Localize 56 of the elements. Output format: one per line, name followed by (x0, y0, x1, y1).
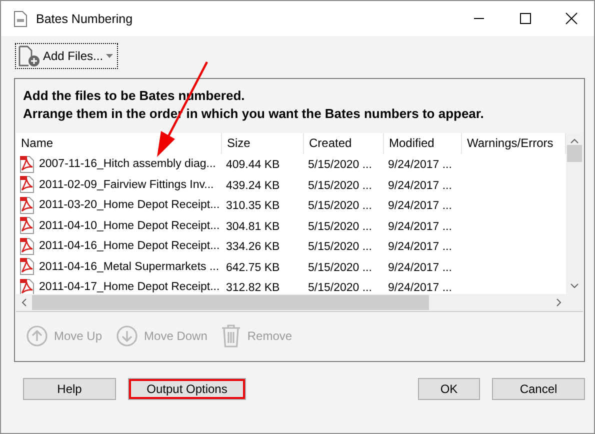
file-size: 642.75 KB (225, 262, 280, 274)
modified-date: 9/24/2017 ... (387, 241, 452, 254)
file-size: 439.24 KB (225, 180, 280, 192)
file-name: 2011-04-17_Home Depot Receipt... (39, 281, 220, 294)
dialog-button[interactable]: Output Options (128, 378, 246, 400)
created-date: 5/15/2020 ... (307, 282, 372, 294)
created-date: 5/15/2020 ... (307, 180, 372, 192)
pdf-file-icon (20, 176, 34, 194)
dialog-button[interactable]: Cancel (492, 378, 585, 400)
file-name: 2011-04-10_Home Depot Receipt... (39, 220, 220, 232)
column-header[interactable]: Modified (384, 133, 462, 154)
modified-date: 9/24/2017 ... (387, 159, 452, 172)
created-date: 5/15/2020 ... (307, 159, 372, 172)
column-header[interactable]: Size (222, 133, 304, 154)
document-icon (14, 10, 27, 26)
column-header[interactable]: Created (304, 133, 384, 154)
modified-date: 9/24/2017 ... (387, 262, 452, 274)
add-file-icon (18, 45, 40, 67)
scroll-up-icon[interactable] (570, 138, 579, 144)
pdf-file-icon (20, 238, 34, 255)
file-size: 310.35 KB (225, 200, 280, 212)
modified-date: 9/24/2017 ... (387, 220, 452, 233)
pdf-file-icon (20, 196, 34, 214)
arrow-up-circle-icon (26, 325, 48, 347)
dialog-button[interactable]: OK (418, 378, 480, 400)
scroll-left-icon[interactable] (21, 298, 27, 307)
pdf-file-icon (20, 217, 34, 234)
window-title: Bates Numbering (36, 12, 133, 26)
add-files-button[interactable]: Add Files... (15, 43, 118, 69)
arrow-down-circle-icon (116, 325, 138, 347)
horizontal-scrollbar-thumb[interactable] (32, 295, 429, 310)
file-name: 2011-04-16_Metal Supermarkets ... (39, 260, 220, 273)
file-name: 2011-02-09_Fairview Fittings Inv... (39, 178, 214, 191)
created-date: 5/15/2020 ... (307, 262, 372, 274)
scroll-right-icon[interactable] (556, 298, 562, 307)
dialog-button[interactable]: Help (23, 378, 116, 400)
created-date: 5/15/2020 ... (307, 241, 372, 254)
created-date: 5/15/2020 ... (307, 200, 372, 212)
file-size: 304.81 KB (225, 220, 280, 233)
file-size: 312.82 KB (225, 282, 280, 294)
pdf-file-icon (20, 278, 34, 294)
file-size: 409.44 KB (225, 159, 280, 172)
created-date: 5/15/2020 ... (307, 220, 372, 233)
file-name: 2007-11-16_Hitch assembly diag... (39, 158, 216, 170)
file-name: 2011-04-16_Home Depot Receipt... (39, 240, 220, 252)
modified-date: 9/24/2017 ... (387, 180, 452, 192)
file-name: 2011-03-20_Home Depot Receipt... (39, 199, 220, 212)
trash-icon (221, 324, 242, 348)
scroll-down-icon[interactable] (570, 283, 579, 289)
file-size: 334.26 KB (225, 241, 280, 254)
modified-date: 9/24/2017 ... (387, 200, 452, 212)
pdf-file-icon (20, 258, 34, 276)
vertical-scrollbar-thumb[interactable] (567, 145, 582, 162)
pdf-file-icon (20, 156, 34, 173)
dropdown-caret-icon (106, 54, 114, 58)
modified-date: 9/24/2017 ... (387, 282, 452, 294)
